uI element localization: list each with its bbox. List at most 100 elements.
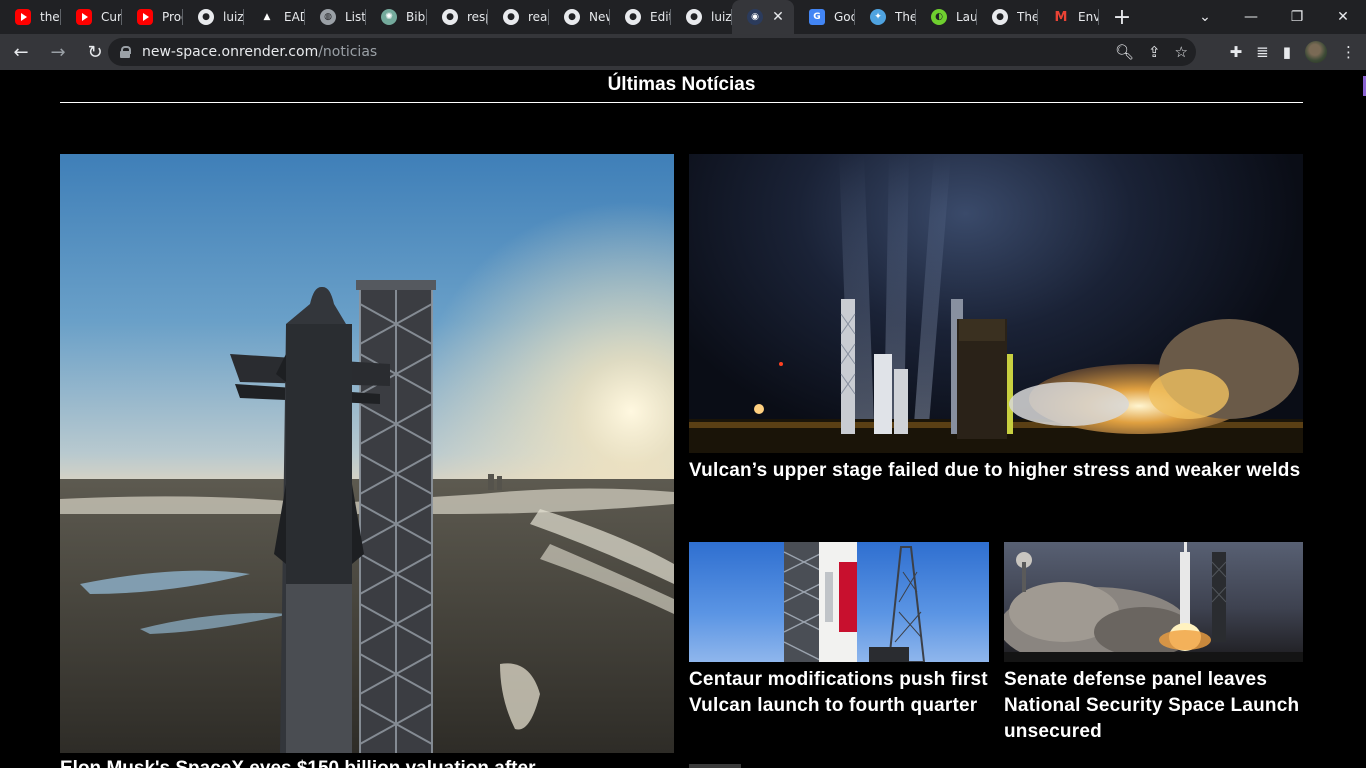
google-drive-icon: ▲ [263, 12, 271, 22]
new-tab-button[interactable]: + [1099, 0, 1145, 34]
tab-title: Goo [834, 10, 855, 24]
tab-title: Lista [345, 10, 366, 24]
address-bar-actions: 🔍︎ ⇪ ☆ [1115, 38, 1188, 66]
tab[interactable]: Curs [61, 0, 122, 34]
share-icon[interactable]: ⇪ [1148, 43, 1161, 61]
tab[interactable]: ● reac [488, 0, 549, 34]
arrow-right-icon: → [50, 41, 66, 63]
tab-strip: the Curs Prog ● luizf ▲ EAD ◍ Lista ✺ Bibl ● resp ● re… [0, 0, 1366, 34]
github-icon: ● [503, 9, 519, 25]
profile-avatar[interactable] [1305, 41, 1327, 63]
reload-icon: ↻ [87, 41, 103, 63]
rocket-launch-icon: ◐ [931, 9, 947, 25]
gmail-icon: M [1054, 9, 1068, 25]
tab[interactable]: ● luizf [671, 0, 732, 34]
tab[interactable]: ● The [977, 0, 1038, 34]
globe-icon: ◍ [320, 9, 336, 25]
forward-button[interactable]: → [42, 38, 74, 66]
tab-title: resp [467, 10, 488, 24]
article-tag-bar [689, 764, 741, 768]
browser-toolbar: ← → ↻ new-space.onrender.com/noticias 🔍︎… [0, 34, 1366, 70]
extensions-puzzle-icon[interactable]: ✚ [1230, 43, 1243, 61]
tab-title: New [589, 10, 610, 24]
url-host: new-space.onrender.com [142, 44, 319, 60]
tab-active[interactable]: ◉ ✕ [732, 0, 794, 34]
google-translate-icon: G [809, 9, 825, 25]
vulcan-pad-illustration [783, 542, 926, 662]
tab-title: Env [1078, 10, 1099, 24]
tab-title: Lau [956, 10, 977, 24]
starship-article-image[interactable] [60, 154, 674, 753]
minimize-button[interactable]: — [1228, 0, 1274, 34]
tab-search-chevron-icon[interactable]: ⌄ [1182, 0, 1228, 34]
address-bar[interactable]: new-space.onrender.com/noticias 🔍︎ ⇪ ☆ [108, 38, 1196, 66]
close-tab-icon[interactable]: ✕ [770, 9, 786, 25]
page-title: Últimas Notícias [607, 74, 756, 95]
centaur-headline[interactable]: Centaur modifications push first Vulcan … [689, 667, 989, 719]
senate-headline[interactable]: Senate defense panel leaves National Sec… [1004, 667, 1303, 745]
github-icon: ● [625, 9, 641, 25]
tab-title: Edit [650, 10, 671, 24]
restore-button[interactable]: ❐ [1274, 0, 1320, 34]
centaur-article-image[interactable] [689, 542, 989, 662]
tab[interactable]: the [0, 0, 61, 34]
tab-title: Bibl [406, 10, 427, 24]
senate-article-image[interactable] [1004, 542, 1303, 662]
tab-list: the Curs Prog ● luizf ▲ EAD ◍ Lista ✺ Bibl ● resp ● re… [0, 0, 1099, 34]
extension-area: ✚ ≣ ▮ ⋮ [1230, 34, 1356, 70]
tab[interactable]: ● resp [427, 0, 488, 34]
url-path: /noticias [318, 44, 378, 60]
tab-title: luizf [711, 10, 732, 24]
tab[interactable]: ● luizf [183, 0, 244, 34]
tab[interactable]: G Goo [794, 0, 855, 34]
tab-title: EAD [284, 10, 305, 24]
tab[interactable]: ● Edit [610, 0, 671, 34]
falcon-launch-illustration [1004, 542, 1303, 662]
github-icon: ● [442, 9, 458, 25]
chatgpt-icon: ✺ [381, 9, 397, 25]
tab[interactable]: M Env [1038, 0, 1099, 34]
tab-title: reac [528, 10, 549, 24]
tab[interactable]: ◐ Lau [916, 0, 977, 34]
zoom-icon[interactable]: 🔍︎ [1115, 43, 1134, 61]
tab[interactable]: ● New [549, 0, 610, 34]
github-icon: ● [686, 9, 702, 25]
tab[interactable]: ✦ The [855, 0, 916, 34]
youtube-icon [76, 9, 92, 25]
vulcan-night-illustration [689, 154, 1303, 453]
tab[interactable]: Prog [122, 0, 183, 34]
close-window-button[interactable]: ✕ [1320, 0, 1366, 34]
tab-title: Curs [101, 10, 122, 24]
lock-icon[interactable] [120, 46, 131, 58]
youtube-icon [15, 9, 31, 25]
github-icon: ● [992, 9, 1008, 25]
planet-icon: ✦ [870, 9, 886, 25]
tab[interactable]: ✺ Bibl [366, 0, 427, 34]
site-favicon-icon: ◉ [747, 9, 763, 25]
youtube-icon [137, 9, 153, 25]
bookmark-star-icon[interactable]: ☆ [1175, 43, 1188, 61]
arrow-left-icon: ← [13, 41, 29, 63]
menu-kebab-icon[interactable]: ⋮ [1341, 43, 1356, 61]
vulcan-upper-stage-headline[interactable]: Vulcan’s upper stage failed due to highe… [689, 458, 1303, 484]
tab-title: the [40, 10, 60, 24]
back-button[interactable]: ← [5, 38, 37, 66]
media-queue-icon[interactable]: ≣ [1256, 43, 1269, 61]
tab-title: Prog [162, 10, 183, 24]
side-panel-icon[interactable]: ▮ [1283, 43, 1291, 61]
page-content: Últimas Notícias Vulcan’s upper stage fa… [0, 70, 1366, 768]
github-icon: ● [564, 9, 580, 25]
tab-title: The [1017, 10, 1038, 24]
tab[interactable]: ◍ Lista [305, 0, 366, 34]
tab-title: The [895, 10, 916, 24]
reload-button[interactable]: ↻ [79, 38, 111, 66]
github-icon: ● [198, 9, 214, 25]
window-controls: ⌄ — ❐ ✕ [1182, 0, 1366, 34]
starship-headline[interactable]: Elon Musk's SpaceX eyes $150 billion val… [60, 758, 535, 768]
title-divider [60, 102, 1303, 103]
tab-title: luizf [223, 10, 244, 24]
starship-illustration [60, 154, 674, 753]
tab[interactable]: ▲ EAD [244, 0, 305, 34]
vulcan-night-article-image[interactable] [689, 154, 1303, 453]
plus-icon: + [1112, 4, 1132, 30]
